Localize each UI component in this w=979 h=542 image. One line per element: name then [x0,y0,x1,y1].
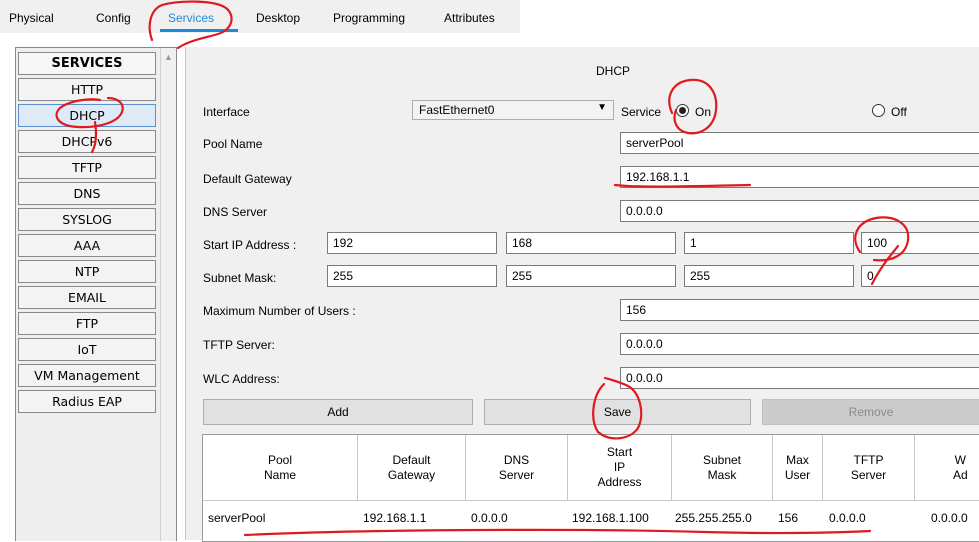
subnet-mask-label: Subnet Mask: [203,271,277,285]
max-users-label: Maximum Number of Users : [203,304,356,318]
column-header-default-gateway[interactable]: Default Gateway [358,435,466,501]
sidebar-item-http[interactable]: HTTP [18,78,156,101]
service-on-label: On [695,105,712,119]
cell-max-user: 156 [778,511,799,525]
start-ip-label: Start IP Address : [203,238,297,252]
tab-active-indicator [160,29,238,32]
sidebar-item-ntp[interactable]: NTP [18,260,156,283]
start-ip-octet-4[interactable]: 100 [861,232,979,254]
cell-start-ip: 192.168.1.100 [572,511,649,525]
scroll-up-icon[interactable]: ▲ [164,52,173,62]
subnet-mask-octet-3[interactable]: 255 [684,265,854,287]
cell-subnet-mask: 255.255.255.0 [675,511,752,525]
interface-label: Interface [203,105,250,119]
dropdown-arrow-icon: ▼ [597,102,607,113]
column-header-subnet-mask[interactable]: Subnet Mask [672,435,773,501]
column-header-dns-server[interactable]: DNS Server [466,435,568,501]
subnet-mask-octet-1[interactable]: 255 [327,265,497,287]
start-ip-octet-3[interactable]: 1 [684,232,854,254]
wlc-address-label: WLC Address: [203,372,280,386]
pool-name-label: Pool Name [203,137,263,151]
sidebar-item-ftp[interactable]: FTP [18,312,156,335]
service-off-radio[interactable] [872,104,885,117]
column-header-max-user[interactable]: Max User [773,435,823,501]
sidebar-scrollbar[interactable]: ▲ [160,48,176,541]
interface-select[interactable]: FastEthernet0 ▼ [412,100,614,120]
wlc-address-field[interactable]: 0.0.0.0 [620,367,979,389]
service-label: Service [621,105,662,119]
tab-config[interactable]: Config [96,11,131,25]
dns-server-label: DNS Server [203,205,268,219]
cell-pool-name: serverPool [208,511,266,525]
sidebar-item-dhcpv6[interactable]: DHCPv6 [18,130,156,153]
sidebar-item-dhcp[interactable]: DHCP [18,104,156,127]
dns-server-field[interactable]: 0.0.0.0 [620,200,979,222]
column-header-wlc-address[interactable]: W Ad [915,435,979,501]
max-users-field[interactable]: 156 [620,299,979,321]
cell-dns-server: 0.0.0.0 [471,511,508,525]
service-on-radio[interactable] [676,104,689,117]
sidebar-item-vm-management[interactable]: VM Management [18,364,156,387]
sidebar-header: SERVICES [18,52,156,75]
tab-bar: Physical Config Services Desktop Program… [0,0,979,35]
start-ip-octet-1[interactable]: 192 [327,232,497,254]
services-sidebar: SERVICES HTTP DHCP DHCPv6 TFTP DNS SYSLO… [15,47,177,541]
add-button[interactable]: Add [203,399,473,425]
column-header-tftp-server[interactable]: TFTP Server [823,435,915,501]
start-ip-octet-2[interactable]: 168 [506,232,676,254]
cell-default-gateway: 192.168.1.1 [363,511,427,525]
remove-button[interactable]: Remove [762,399,979,425]
sidebar-item-email[interactable]: EMAIL [18,286,156,309]
tab-physical[interactable]: Physical [9,11,54,25]
sidebar-item-iot[interactable]: IoT [18,338,156,361]
pool-name-field[interactable]: serverPool [620,132,979,154]
default-gateway-field[interactable]: 192.168.1.1 [620,166,979,188]
sidebar-item-aaa[interactable]: AAA [18,234,156,257]
save-button[interactable]: Save [484,399,751,425]
subnet-mask-octet-2[interactable]: 255 [506,265,676,287]
tab-programming[interactable]: Programming [333,11,405,25]
tftp-server-field[interactable]: 0.0.0.0 [620,333,979,355]
sidebar-list: SERVICES HTTP DHCP DHCPv6 TFTP DNS SYSLO… [18,52,158,416]
default-gateway-label: Default Gateway [203,172,292,186]
sidebar-item-dns[interactable]: DNS [18,182,156,205]
subnet-mask-octet-4[interactable]: 0 [861,265,979,287]
interface-select-value: FastEthernet0 [419,103,495,117]
cell-wlc-address: 0.0.0.0 [931,511,968,525]
service-off-label: Off [891,105,907,119]
cell-tftp-server: 0.0.0.0 [829,511,866,525]
sidebar-item-radius-eap[interactable]: Radius EAP [18,390,156,413]
sidebar-item-syslog[interactable]: SYSLOG [18,208,156,231]
dhcp-pool-table: Pool Name Default Gateway DNS Server Sta… [202,434,979,542]
tftp-server-label: TFTP Server: [203,338,275,352]
dhcp-title: DHCP [596,64,631,78]
tab-desktop[interactable]: Desktop [256,11,300,25]
column-header-pool-name[interactable]: Pool Name [203,435,358,501]
sidebar-item-tftp[interactable]: TFTP [18,156,156,179]
tab-attributes[interactable]: Attributes [444,11,495,25]
tab-services[interactable]: Services [168,11,214,25]
column-header-start-ip[interactable]: Start IP Address [568,435,672,501]
